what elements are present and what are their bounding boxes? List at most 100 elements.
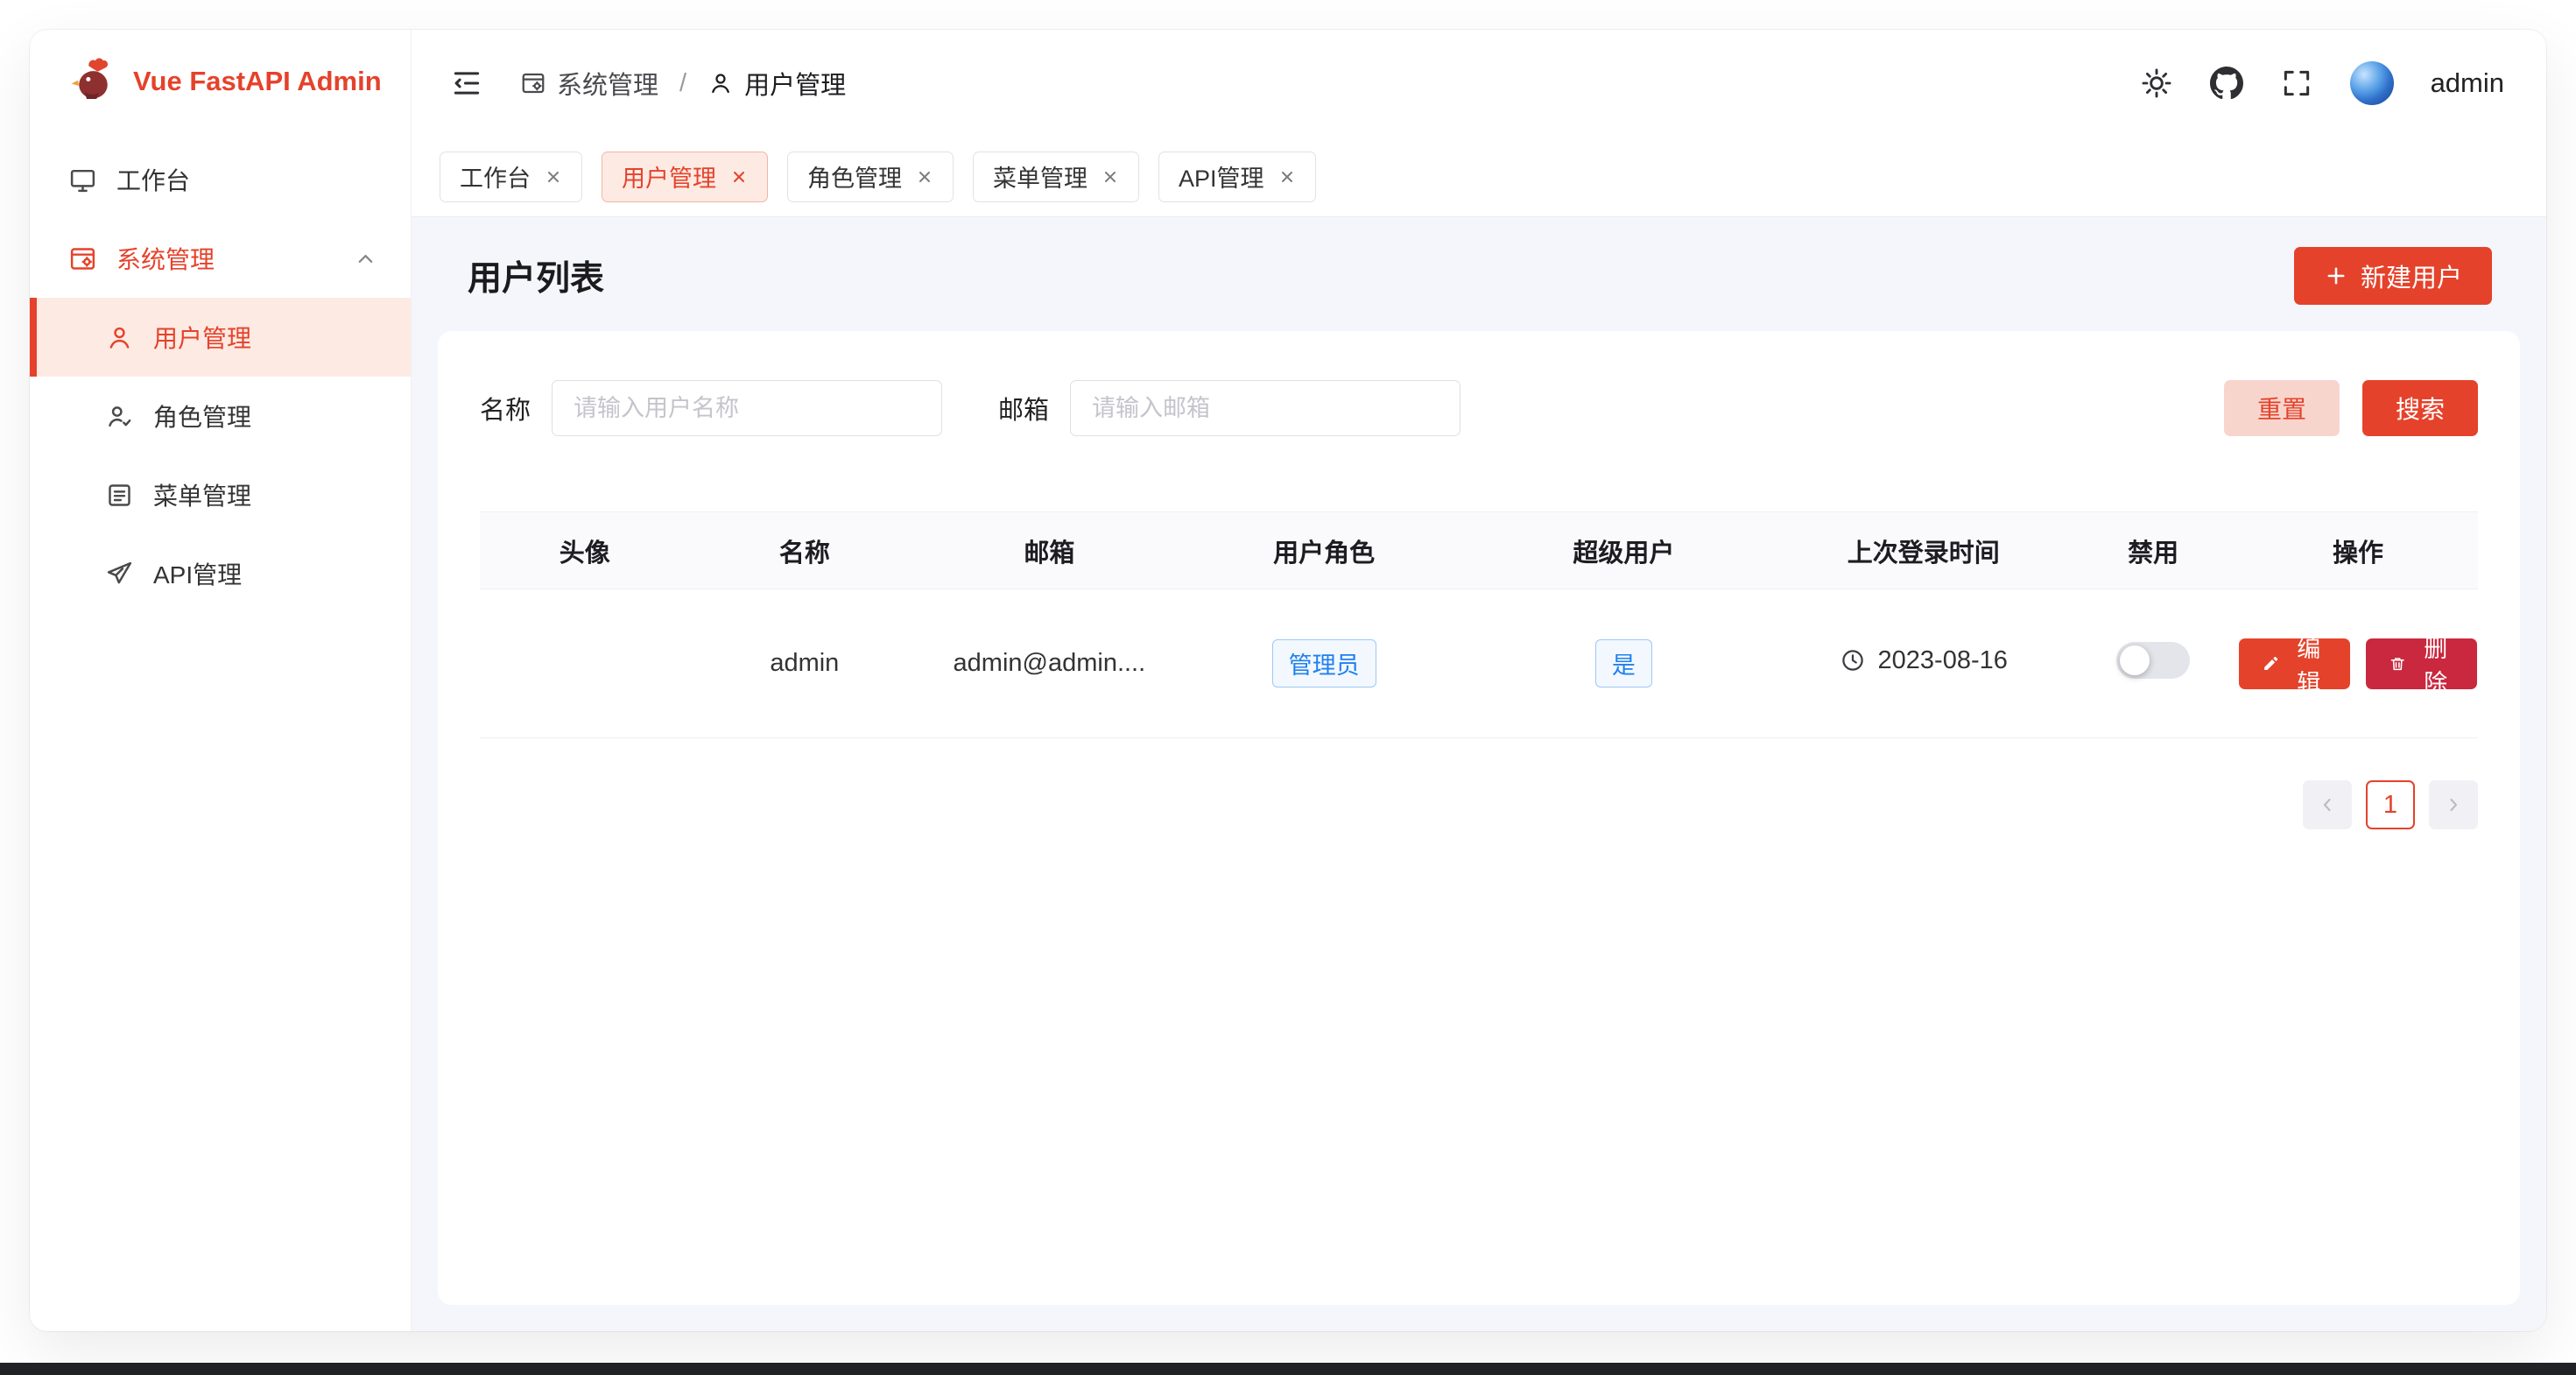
breadcrumb-label: 系统管理 (557, 65, 658, 102)
close-icon[interactable] (1278, 168, 1296, 186)
email-filter-input[interactable] (1070, 380, 1460, 436)
app-window: Vue FastAPI Admin 工作台 系统管理 (30, 30, 2546, 1331)
column-superuser: 超级用户 (1469, 512, 1779, 589)
sidebar-item-system[interactable]: 系统管理 (30, 219, 411, 298)
edit-button-label: 编辑 (2291, 630, 2327, 698)
column-actions: 操作 (2238, 512, 2478, 589)
sidebar-item-label: API管理 (153, 556, 242, 591)
tab-api-management[interactable]: API管理 (1158, 152, 1316, 202)
pencil-icon (2262, 652, 2279, 675)
email-cell: admin@admin.... (919, 589, 1179, 738)
page-content: 用户列表 新建用户 名称 邮箱 (412, 217, 2546, 1331)
topbar: 系统管理 / 用户管理 (412, 30, 2546, 137)
close-icon[interactable] (1101, 168, 1119, 186)
trash-icon (2389, 652, 2406, 675)
screen: Vue FastAPI Admin 工作台 系统管理 (0, 0, 2576, 1375)
new-user-button-label: 新建用户 (2361, 257, 2462, 294)
window-edge-strip (0, 1363, 2576, 1375)
monitor-icon (68, 166, 97, 194)
breadcrumb-label: 用户管理 (744, 65, 846, 102)
breadcrumb-separator: / (679, 69, 686, 98)
topbar-right: admin (2140, 61, 2504, 105)
sidebar-item-workbench[interactable]: 工作台 (30, 140, 411, 219)
tab-menu-management[interactable]: 菜单管理 (973, 152, 1139, 202)
main-area: 系统管理 / 用户管理 (412, 30, 2546, 1331)
user-avatar[interactable] (2350, 61, 2394, 105)
chevron-right-icon (2443, 794, 2464, 815)
name-filter-label: 名称 (480, 390, 531, 427)
theme-light-icon (2140, 67, 2173, 100)
user-icon (707, 70, 734, 96)
app-title: Vue FastAPI Admin (133, 66, 382, 97)
sidebar-item-user-management[interactable]: 用户管理 (30, 298, 411, 377)
brand: Vue FastAPI Admin (30, 30, 411, 133)
clock-icon (1840, 647, 1866, 673)
sidebar-item-label: 用户管理 (153, 320, 251, 355)
column-disabled: 禁用 (2068, 512, 2238, 589)
tab-label: 工作台 (460, 159, 531, 194)
users-table: 头像 名称 邮箱 用户角色 超级用户 上次登录时间 禁用 操作 (480, 511, 2478, 738)
sidebar-item-label: 工作台 (116, 162, 190, 197)
close-icon[interactable] (916, 168, 933, 186)
actions-cell: 编辑 删除 (2238, 589, 2478, 738)
username-label[interactable]: admin (2431, 67, 2504, 99)
page-title: 用户列表 (468, 251, 604, 300)
title-row: 用户列表 新建用户 (412, 217, 2546, 331)
tab-user-management[interactable]: 用户管理 (602, 152, 768, 202)
column-name: 名称 (690, 512, 919, 589)
role-cell: 管理员 (1179, 589, 1469, 738)
rooster-logo-icon (65, 55, 117, 108)
search-button[interactable]: 搜索 (2362, 380, 2478, 436)
column-role: 用户角色 (1179, 512, 1469, 589)
api-icon (105, 560, 134, 589)
tab-workbench[interactable]: 工作台 (440, 152, 582, 202)
new-user-button[interactable]: 新建用户 (2294, 247, 2492, 305)
table-header: 头像 名称 邮箱 用户角色 超级用户 上次登录时间 禁用 操作 (480, 512, 2478, 589)
system-settings-icon (68, 244, 97, 273)
sidebar-item-label: 菜单管理 (153, 477, 251, 512)
superuser-tag: 是 (1595, 639, 1652, 688)
delete-button[interactable]: 删除 (2366, 638, 2477, 689)
column-last-login: 上次登录时间 (1778, 512, 2068, 589)
email-filter-group: 邮箱 (998, 380, 1460, 436)
disabled-toggle[interactable] (2116, 642, 2190, 679)
column-avatar: 头像 (480, 512, 690, 589)
table-row: admin admin@admin.... 管理员 是 (480, 589, 2478, 738)
sidebar-item-menu-management[interactable]: 菜单管理 (30, 455, 411, 534)
chevron-left-icon (2317, 794, 2338, 815)
sidebar-submenu-system: 用户管理 角色管理 菜单管理 (30, 298, 411, 613)
theme-toggle-button[interactable] (2140, 67, 2173, 100)
sidebar-item-label: 角色管理 (153, 398, 251, 434)
pagination-page-1[interactable]: 1 (2366, 780, 2415, 829)
sidebar-item-label: 系统管理 (116, 241, 215, 276)
pagination-next-button[interactable] (2429, 780, 2478, 829)
edit-button[interactable]: 编辑 (2239, 638, 2350, 689)
avatar-cell (480, 589, 690, 738)
tab-label: 角色管理 (807, 159, 902, 194)
plus-icon (2324, 264, 2348, 288)
close-icon[interactable] (730, 168, 748, 186)
menu-list-icon (105, 481, 134, 510)
pagination-prev-button[interactable] (2303, 780, 2352, 829)
collapse-sidebar-button[interactable] (450, 67, 483, 100)
close-icon[interactable] (545, 168, 562, 186)
fullscreen-icon (2280, 67, 2313, 100)
last-login-cell: 2023-08-16 (1778, 589, 2068, 738)
breadcrumb-item-system[interactable]: 系统管理 (520, 65, 658, 102)
github-button[interactable] (2210, 67, 2243, 100)
role-icon (105, 402, 134, 431)
name-filter-input[interactable] (552, 380, 942, 436)
sidebar-menu: 工作台 系统管理 (30, 133, 411, 613)
pagination: 1 (480, 780, 2478, 829)
sidebar-item-api-management[interactable]: API管理 (30, 534, 411, 613)
tab-role-management[interactable]: 角色管理 (787, 152, 954, 202)
sidebar: Vue FastAPI Admin 工作台 系统管理 (30, 30, 412, 1331)
fullscreen-button[interactable] (2280, 67, 2313, 100)
column-email: 邮箱 (919, 512, 1179, 589)
reset-button[interactable]: 重置 (2224, 380, 2340, 436)
breadcrumb-item-users[interactable]: 用户管理 (707, 65, 846, 102)
sidebar-item-role-management[interactable]: 角色管理 (30, 377, 411, 455)
delete-button-label: 删除 (2418, 630, 2454, 698)
email-filter-label: 邮箱 (998, 390, 1049, 427)
collapse-sidebar-icon (450, 67, 483, 100)
